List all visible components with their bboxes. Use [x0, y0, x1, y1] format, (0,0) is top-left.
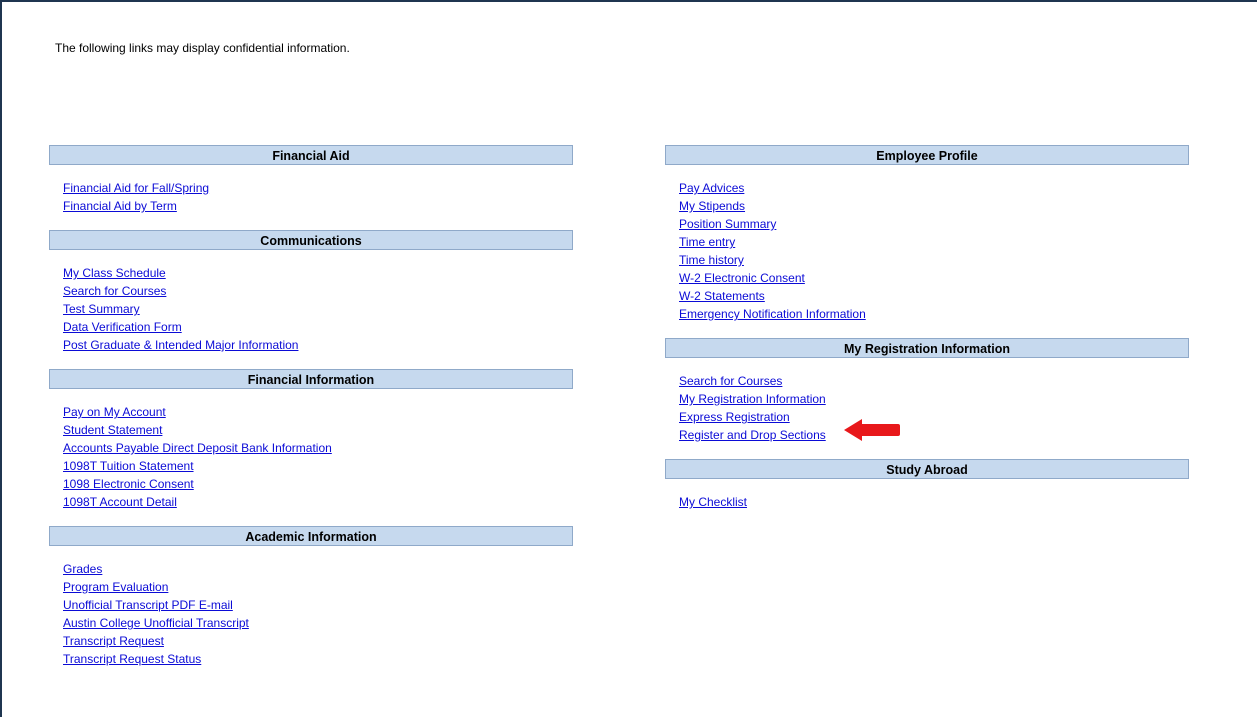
red-arrow-icon	[844, 419, 900, 441]
link-pay-advices[interactable]: Pay Advices	[679, 181, 744, 195]
link-my-stipends[interactable]: My Stipends	[679, 199, 745, 213]
link-express-registration[interactable]: Express Registration	[679, 410, 790, 424]
section-financial-information: Financial Information Pay on My Account …	[49, 369, 573, 526]
link-test-summary[interactable]: Test Summary	[63, 302, 140, 316]
right-column: Employee Profile Pay Advices My Stipends…	[665, 145, 1189, 512]
link-unofficial-transcript-pdf[interactable]: Unofficial Transcript PDF E-mail	[63, 598, 233, 612]
section-header: My Registration Information	[665, 338, 1189, 358]
link-ap-direct-deposit[interactable]: Accounts Payable Direct Deposit Bank Inf…	[63, 441, 332, 455]
section-financial-aid: Financial Aid Financial Aid for Fall/Spr…	[49, 145, 573, 230]
section-header: Financial Aid	[49, 145, 573, 165]
link-time-entry[interactable]: Time entry	[679, 235, 735, 249]
link-time-history[interactable]: Time history	[679, 253, 744, 267]
link-data-verification-form[interactable]: Data Verification Form	[63, 320, 182, 334]
link-1098-electronic-consent[interactable]: 1098 Electronic Consent	[63, 477, 194, 491]
link-list: My Class Schedule Search for Courses Tes…	[49, 250, 573, 355]
confidential-notice: The following links may display confiden…	[55, 41, 350, 55]
link-transcript-request[interactable]: Transcript Request	[63, 634, 164, 648]
link-program-evaluation[interactable]: Program Evaluation	[63, 580, 168, 594]
link-list: Financial Aid for Fall/Spring Financial …	[49, 165, 573, 216]
link-search-for-courses[interactable]: Search for Courses	[63, 284, 166, 298]
link-position-summary[interactable]: Position Summary	[679, 217, 776, 231]
link-list: Pay on My Account Student Statement Acco…	[49, 389, 573, 512]
section-my-registration-information: My Registration Information Search for C…	[665, 338, 1189, 459]
link-list: Pay Advices My Stipends Position Summary…	[665, 165, 1189, 324]
link-search-for-courses[interactable]: Search for Courses	[679, 374, 782, 388]
link-financial-aid-fall-spring[interactable]: Financial Aid for Fall/Spring	[63, 181, 209, 195]
link-student-statement[interactable]: Student Statement	[63, 423, 162, 437]
link-1098t-account-detail[interactable]: 1098T Account Detail	[63, 495, 177, 509]
link-austin-college-unofficial-transcript[interactable]: Austin College Unofficial Transcript	[63, 616, 249, 630]
section-header: Study Abroad	[665, 459, 1189, 479]
link-w2-statements[interactable]: W-2 Statements	[679, 289, 765, 303]
link-pay-on-my-account[interactable]: Pay on My Account	[63, 405, 166, 419]
link-transcript-request-status[interactable]: Transcript Request Status	[63, 652, 201, 666]
link-list: My Checklist	[665, 479, 1189, 512]
section-communications: Communications My Class Schedule Search …	[49, 230, 573, 369]
link-my-registration-information[interactable]: My Registration Information	[679, 392, 826, 406]
link-list: Search for Courses My Registration Infor…	[665, 358, 1189, 445]
section-employee-profile: Employee Profile Pay Advices My Stipends…	[665, 145, 1189, 338]
section-study-abroad: Study Abroad My Checklist	[665, 459, 1189, 512]
link-emergency-notification-info[interactable]: Emergency Notification Information	[679, 307, 866, 321]
link-register-and-drop-sections[interactable]: Register and Drop Sections	[679, 428, 826, 442]
link-my-checklist[interactable]: My Checklist	[679, 495, 747, 509]
link-list: Grades Program Evaluation Unofficial Tra…	[49, 546, 573, 669]
link-grades[interactable]: Grades	[63, 562, 102, 576]
page-frame: The following links may display confiden…	[0, 0, 1257, 717]
link-financial-aid-by-term[interactable]: Financial Aid by Term	[63, 199, 177, 213]
link-post-graduate-major-info[interactable]: Post Graduate & Intended Major Informati…	[63, 338, 298, 352]
section-header: Communications	[49, 230, 573, 250]
section-header: Financial Information	[49, 369, 573, 389]
section-academic-information: Academic Information Grades Program Eval…	[49, 526, 573, 669]
section-header: Employee Profile	[665, 145, 1189, 165]
left-column: Financial Aid Financial Aid for Fall/Spr…	[49, 145, 573, 669]
link-my-class-schedule[interactable]: My Class Schedule	[63, 266, 166, 280]
link-1098t-tuition-statement[interactable]: 1098T Tuition Statement	[63, 459, 194, 473]
link-w2-electronic-consent[interactable]: W-2 Electronic Consent	[679, 271, 805, 285]
section-header: Academic Information	[49, 526, 573, 546]
